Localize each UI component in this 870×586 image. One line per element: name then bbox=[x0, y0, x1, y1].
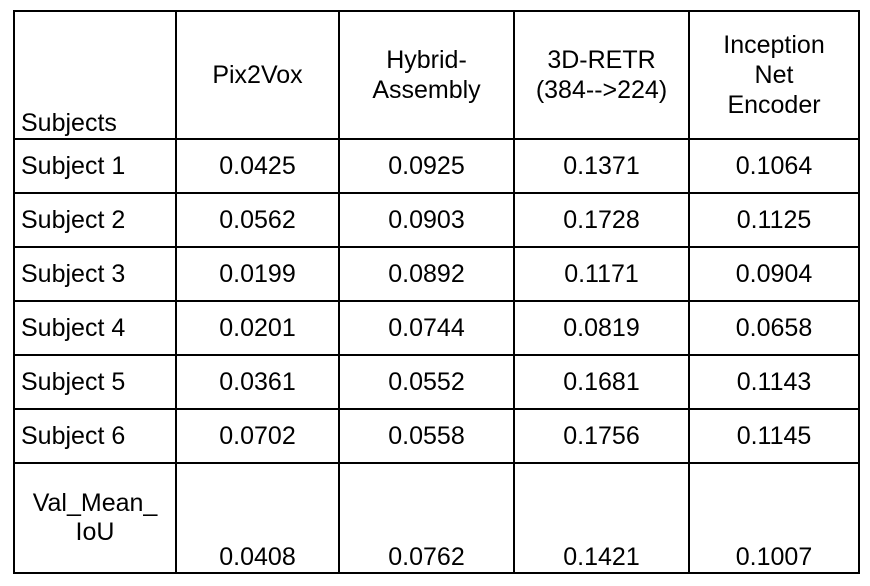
row-label: Subject 5 bbox=[13, 354, 177, 410]
table-body: Subject 1 0.0425 0.0925 0.1371 0.1064 Su… bbox=[13, 138, 860, 574]
summary-cell-3d-retr: 0.1421 bbox=[513, 462, 690, 574]
cell-pix2vox: 0.0199 bbox=[175, 246, 340, 302]
table-row: Subject 2 0.0562 0.0903 0.1728 0.1125 bbox=[13, 192, 860, 248]
cell-3d-retr: 0.1371 bbox=[513, 138, 690, 194]
cell-hybrid-assembly: 0.0558 bbox=[338, 408, 515, 464]
row-label: Subject 3 bbox=[13, 246, 177, 302]
column-header-hybrid-assembly: Hybrid- Assembly bbox=[338, 10, 515, 140]
cell-hybrid-assembly: 0.0892 bbox=[338, 246, 515, 302]
column-header-3d-retr: 3D-RETR (384-->224) bbox=[513, 10, 690, 140]
column-header-inception-line3: Encoder bbox=[727, 91, 821, 119]
table-row: Subject 6 0.0702 0.0558 0.1756 0.1145 bbox=[13, 408, 860, 464]
table-row: Subject 4 0.0201 0.0744 0.0819 0.0658 bbox=[13, 300, 860, 356]
table-row: Subject 3 0.0199 0.0892 0.1171 0.0904 bbox=[13, 246, 860, 302]
table-row: Subject 5 0.0361 0.0552 0.1681 0.1143 bbox=[13, 354, 860, 410]
cell-pix2vox: 0.0425 bbox=[175, 138, 340, 194]
cell-inception: 0.0658 bbox=[688, 300, 860, 356]
results-table-container: Subjects Pix2Vox Hybrid- Assembly 3D-RET… bbox=[13, 10, 860, 574]
column-header-inception-line1: Inception bbox=[723, 31, 825, 59]
column-header-subjects: Subjects bbox=[13, 10, 177, 140]
table-header: Subjects Pix2Vox Hybrid- Assembly 3D-RET… bbox=[13, 10, 860, 140]
column-header-inception-line2: Net bbox=[754, 61, 794, 89]
cell-3d-retr: 0.1728 bbox=[513, 192, 690, 248]
cell-hybrid-assembly: 0.0744 bbox=[338, 300, 515, 356]
results-table: Subjects Pix2Vox Hybrid- Assembly 3D-RET… bbox=[13, 10, 860, 574]
column-header-subjects-label: Subjects bbox=[21, 108, 117, 137]
cell-hybrid-assembly: 0.0903 bbox=[338, 192, 515, 248]
cell-pix2vox: 0.0361 bbox=[175, 354, 340, 410]
column-header-hybrid-line1: Hybrid- bbox=[386, 45, 467, 74]
summary-cell-inception: 0.1007 bbox=[688, 462, 860, 574]
cell-hybrid-assembly: 0.0925 bbox=[338, 138, 515, 194]
cell-3d-retr: 0.1171 bbox=[513, 246, 690, 302]
cell-3d-retr: 0.1681 bbox=[513, 354, 690, 410]
summary-cell-pix2vox: 0.0408 bbox=[175, 462, 340, 574]
cell-hybrid-assembly: 0.0552 bbox=[338, 354, 515, 410]
column-header-hybrid-line2: Assembly bbox=[372, 76, 481, 104]
column-header-retr-line2: (384-->224) bbox=[535, 76, 668, 104]
column-header-inception-net-encoder: Inception Net Encoder bbox=[688, 10, 860, 140]
column-header-pix2vox: Pix2Vox bbox=[175, 10, 340, 140]
column-header-retr-line1: 3D-RETR bbox=[547, 45, 656, 74]
cell-pix2vox: 0.0562 bbox=[175, 192, 340, 248]
summary-row: Val_Mean_ IoU 0.0408 0.0762 0.1421 0.100… bbox=[13, 462, 860, 574]
summary-label-line2: IoU bbox=[75, 518, 115, 546]
summary-cell-hybrid-assembly: 0.0762 bbox=[338, 462, 515, 574]
cell-inception: 0.1145 bbox=[688, 408, 860, 464]
header-row: Subjects Pix2Vox Hybrid- Assembly 3D-RET… bbox=[13, 10, 860, 140]
summary-label-line1: Val_Mean_ bbox=[32, 488, 158, 517]
cell-pix2vox: 0.0201 bbox=[175, 300, 340, 356]
cell-inception: 0.1064 bbox=[688, 138, 860, 194]
cell-inception: 0.1125 bbox=[688, 192, 860, 248]
row-label: Subject 6 bbox=[13, 408, 177, 464]
cell-pix2vox: 0.0702 bbox=[175, 408, 340, 464]
cell-3d-retr: 0.0819 bbox=[513, 300, 690, 356]
table-row: Subject 1 0.0425 0.0925 0.1371 0.1064 bbox=[13, 138, 860, 194]
summary-row-label: Val_Mean_ IoU bbox=[13, 462, 177, 574]
row-label: Subject 2 bbox=[13, 192, 177, 248]
cell-inception: 0.0904 bbox=[688, 246, 860, 302]
row-label: Subject 1 bbox=[13, 138, 177, 194]
column-header-pix2vox-label: Pix2Vox bbox=[212, 60, 303, 89]
cell-3d-retr: 0.1756 bbox=[513, 408, 690, 464]
cell-inception: 0.1143 bbox=[688, 354, 860, 410]
row-label: Subject 4 bbox=[13, 300, 177, 356]
